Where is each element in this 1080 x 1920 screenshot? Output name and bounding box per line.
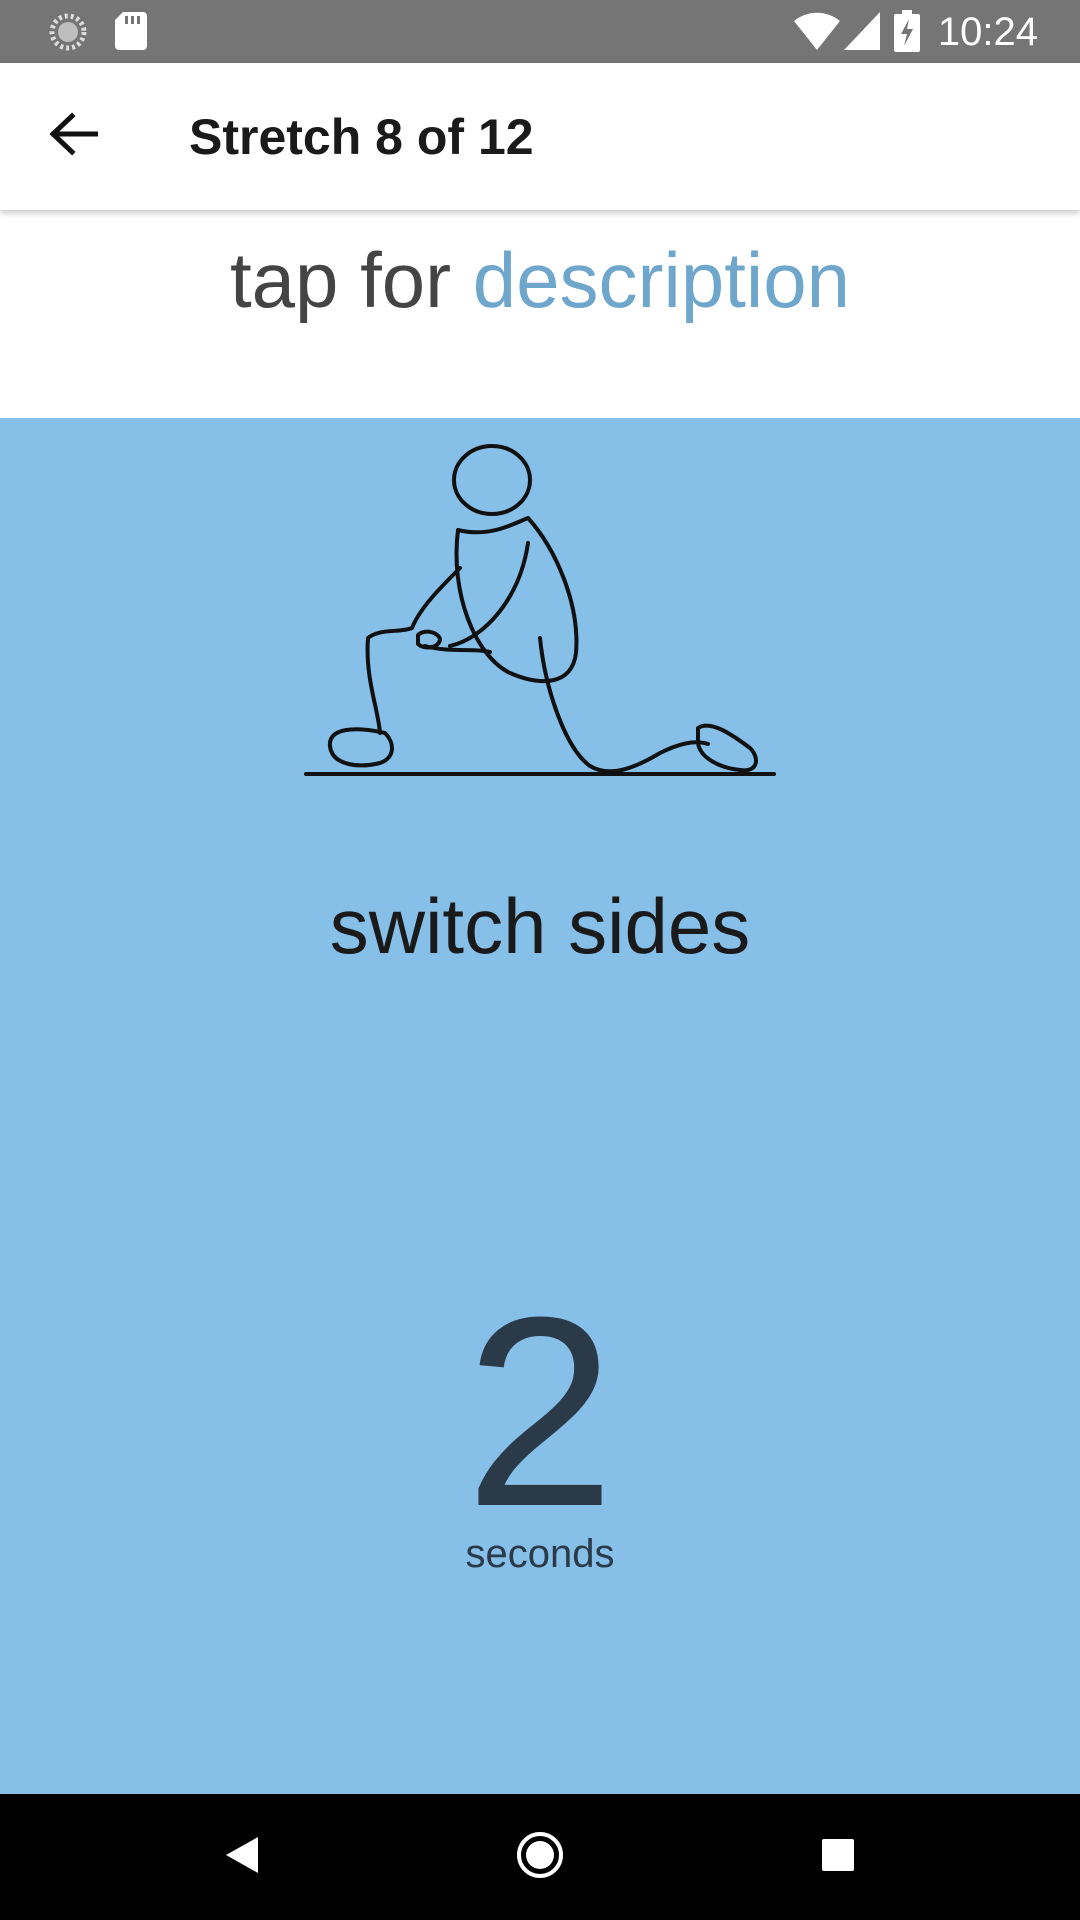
description-prompt[interactable]: tap for description [0,232,1080,328]
arrow-back-icon [48,111,99,161]
description-toggle[interactable]: tap for description [0,210,1080,418]
kneeling-lunge-stretch-illustration [300,428,780,793]
status-bar: 10:24 [0,0,1080,63]
stretch-instruction: switch sides [329,882,751,970]
wifi-icon [794,12,840,55]
countdown-value: 2 [464,1262,616,1563]
sd-card-icon [115,12,147,55]
status-time: 10:24 [937,10,1038,54]
back-button[interactable] [28,91,118,181]
page-title: Stretch 8 of 12 [189,109,534,165]
stretch-panel[interactable]: switch sides 2 seconds [0,418,1080,1794]
description-link[interactable]: description [473,236,850,324]
nav-home-button[interactable] [510,1827,570,1887]
description-prefix: tap for [229,236,473,324]
system-nav-bar [0,1794,1080,1920]
battery-charging-icon [894,10,920,57]
nav-back-button[interactable] [212,1827,272,1887]
recents-square-icon [821,1838,855,1877]
app-bar: Stretch 8 of 12 [0,63,1080,210]
home-circle-icon [515,1830,565,1885]
nav-recents-button[interactable] [808,1827,868,1887]
cell-signal-icon [844,12,880,55]
countdown-unit: seconds [465,1532,615,1576]
sync-icon [48,12,88,57]
back-triangle-icon [224,1835,260,1880]
